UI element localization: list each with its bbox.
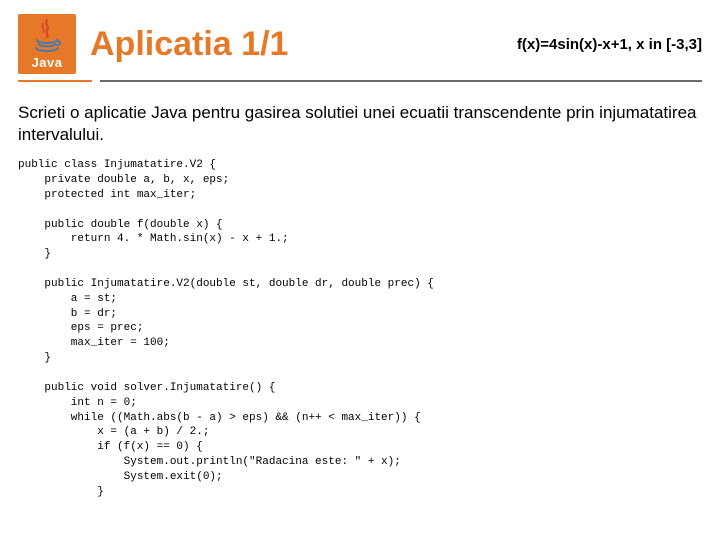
java-logo: Java	[18, 14, 76, 74]
slide: Java Aplicatia 1/1 f(x)=4sin(x)-x+1, x i…	[0, 0, 720, 540]
logo-text: Java	[32, 55, 63, 70]
header: Java Aplicatia 1/1 f(x)=4sin(x)-x+1, x i…	[18, 14, 702, 74]
equation-text: f(x)=4sin(x)-x+1, x in [-3,3]	[517, 36, 702, 53]
description-text: Scrieti o aplicatie Java pentru gasirea …	[18, 102, 702, 146]
code-block: public class Injumatatire.V2 { private d…	[18, 158, 702, 499]
title-row: Aplicatia 1/1 f(x)=4sin(x)-x+1, x in [-3…	[90, 25, 702, 64]
page-title: Aplicatia 1/1	[90, 25, 288, 64]
coffee-cup-icon	[30, 18, 64, 54]
header-underline	[18, 80, 702, 82]
